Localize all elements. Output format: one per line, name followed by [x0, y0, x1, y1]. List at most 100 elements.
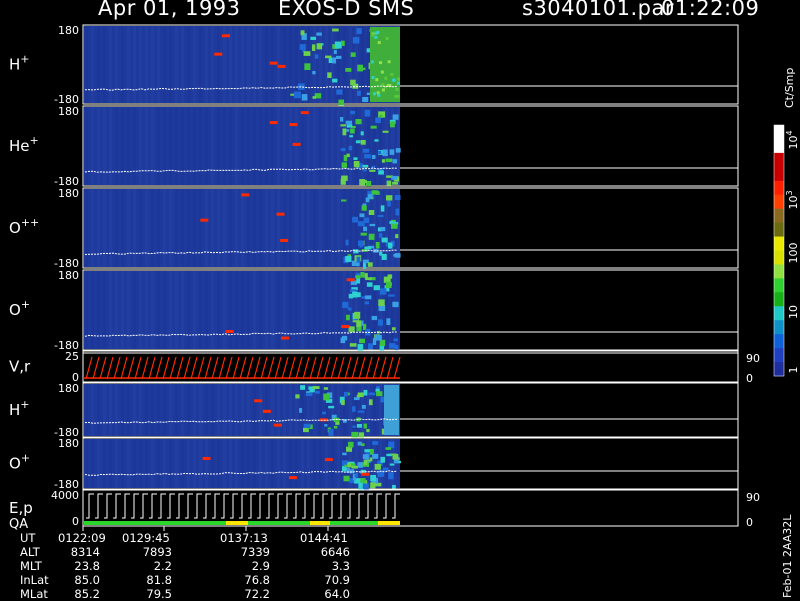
texture-col: [157, 384, 160, 436]
texture-col: [91, 189, 94, 267]
activity-cell: [364, 301, 370, 305]
texture-col: [199, 271, 202, 349]
texture-col: [277, 271, 280, 349]
texture-col: [181, 271, 184, 349]
activity-cell: [328, 405, 335, 409]
texture-col: [331, 107, 334, 185]
activity-cell: [350, 110, 356, 115]
rtick-top-7: 90: [746, 491, 760, 504]
texture-col: [115, 439, 118, 488]
activity-cell: [322, 411, 327, 415]
texture-col: [91, 26, 94, 103]
texture-col: [313, 439, 316, 488]
texture-col: [217, 271, 220, 349]
hot-spot: [214, 52, 223, 56]
activity-cell: [360, 272, 365, 278]
activity-cell: [332, 78, 338, 83]
activity-cell: [342, 128, 347, 136]
eph-row-label: MLat: [20, 587, 48, 601]
texture-col: [349, 384, 352, 436]
panel-label-sup: +: [20, 53, 29, 66]
activity-cell: [357, 462, 363, 468]
eph-value: 0129:45: [122, 531, 170, 545]
activity-cell: [338, 99, 345, 106]
texture-col: [223, 384, 226, 436]
eph-value: 81.8: [146, 573, 172, 587]
texture-col: [289, 107, 292, 185]
texture-col: [181, 107, 184, 185]
texture-col: [283, 384, 286, 436]
texture-col: [319, 189, 322, 267]
green-cell: [397, 81, 401, 85]
activity-cell: [311, 44, 316, 51]
colorbar-seg: [774, 208, 784, 224]
texture-col: [319, 271, 322, 349]
texture-col: [193, 107, 196, 185]
activity-cell: [379, 288, 387, 295]
texture-col: [169, 271, 172, 349]
texture-col: [139, 271, 142, 349]
activity-cell: [346, 446, 353, 452]
texture-col: [331, 189, 334, 267]
hot-spot: [292, 142, 301, 146]
texture-col: [247, 271, 250, 349]
activity-cell: [341, 162, 348, 168]
texture-col: [265, 26, 268, 103]
texture-col: [193, 26, 196, 103]
green-cell: [380, 70, 384, 74]
texture-col: [187, 384, 190, 436]
texture-col: [163, 271, 166, 349]
green-cell: [381, 88, 385, 92]
activity-cell: [315, 390, 320, 394]
texture-col: [277, 107, 280, 185]
qa-bar-yellow: [310, 521, 330, 525]
activity-cell: [387, 274, 393, 279]
texture-col: [361, 271, 364, 349]
activity-cell: [386, 453, 392, 457]
texture-col: [385, 107, 388, 185]
texture-col: [343, 107, 346, 185]
activity-cell: [332, 57, 336, 64]
texture-col: [175, 189, 178, 267]
colorbar-seg: [774, 306, 784, 321]
texture-col: [109, 107, 112, 185]
texture-col: [301, 189, 304, 267]
activity-cell: [393, 338, 398, 342]
panel-label-sup: +: [20, 398, 29, 411]
activity-cell: [359, 213, 365, 218]
hot-spot: [288, 476, 297, 480]
texture-col: [193, 189, 196, 267]
texture-col: [145, 271, 148, 349]
texture-col: [235, 189, 238, 267]
colorbar-seg: [774, 152, 784, 168]
activity-cell: [372, 453, 379, 459]
texture-col: [175, 271, 178, 349]
activity-cell: [351, 406, 356, 412]
activity-cell: [382, 467, 389, 471]
texture-col: [115, 26, 118, 103]
activity-cell: [387, 200, 391, 207]
texture-col: [253, 271, 256, 349]
texture-col: [133, 107, 136, 185]
texture-col: [337, 189, 340, 267]
activity-cell: [342, 452, 347, 456]
hot-spot: [221, 34, 230, 38]
activity-cell: [301, 94, 308, 101]
texture-col: [235, 107, 238, 185]
activity-cell: [340, 337, 346, 344]
qa-bar-yellow: [226, 521, 248, 525]
activity-cell: [378, 150, 382, 155]
texture-col: [337, 439, 340, 488]
activity-cell: [300, 385, 306, 390]
colorbar-seg: [774, 334, 784, 349]
texture-col: [127, 189, 130, 267]
texture-col: [367, 384, 370, 436]
texture-col: [205, 439, 208, 488]
ytick-top-6: 180: [58, 437, 79, 450]
ytick-top-2: 180: [58, 187, 79, 200]
hot-spot: [202, 456, 211, 460]
eph-row-label: ALT: [20, 545, 40, 559]
texture-col: [295, 271, 298, 349]
activity-cell: [362, 96, 369, 103]
green-cell: [396, 77, 400, 81]
